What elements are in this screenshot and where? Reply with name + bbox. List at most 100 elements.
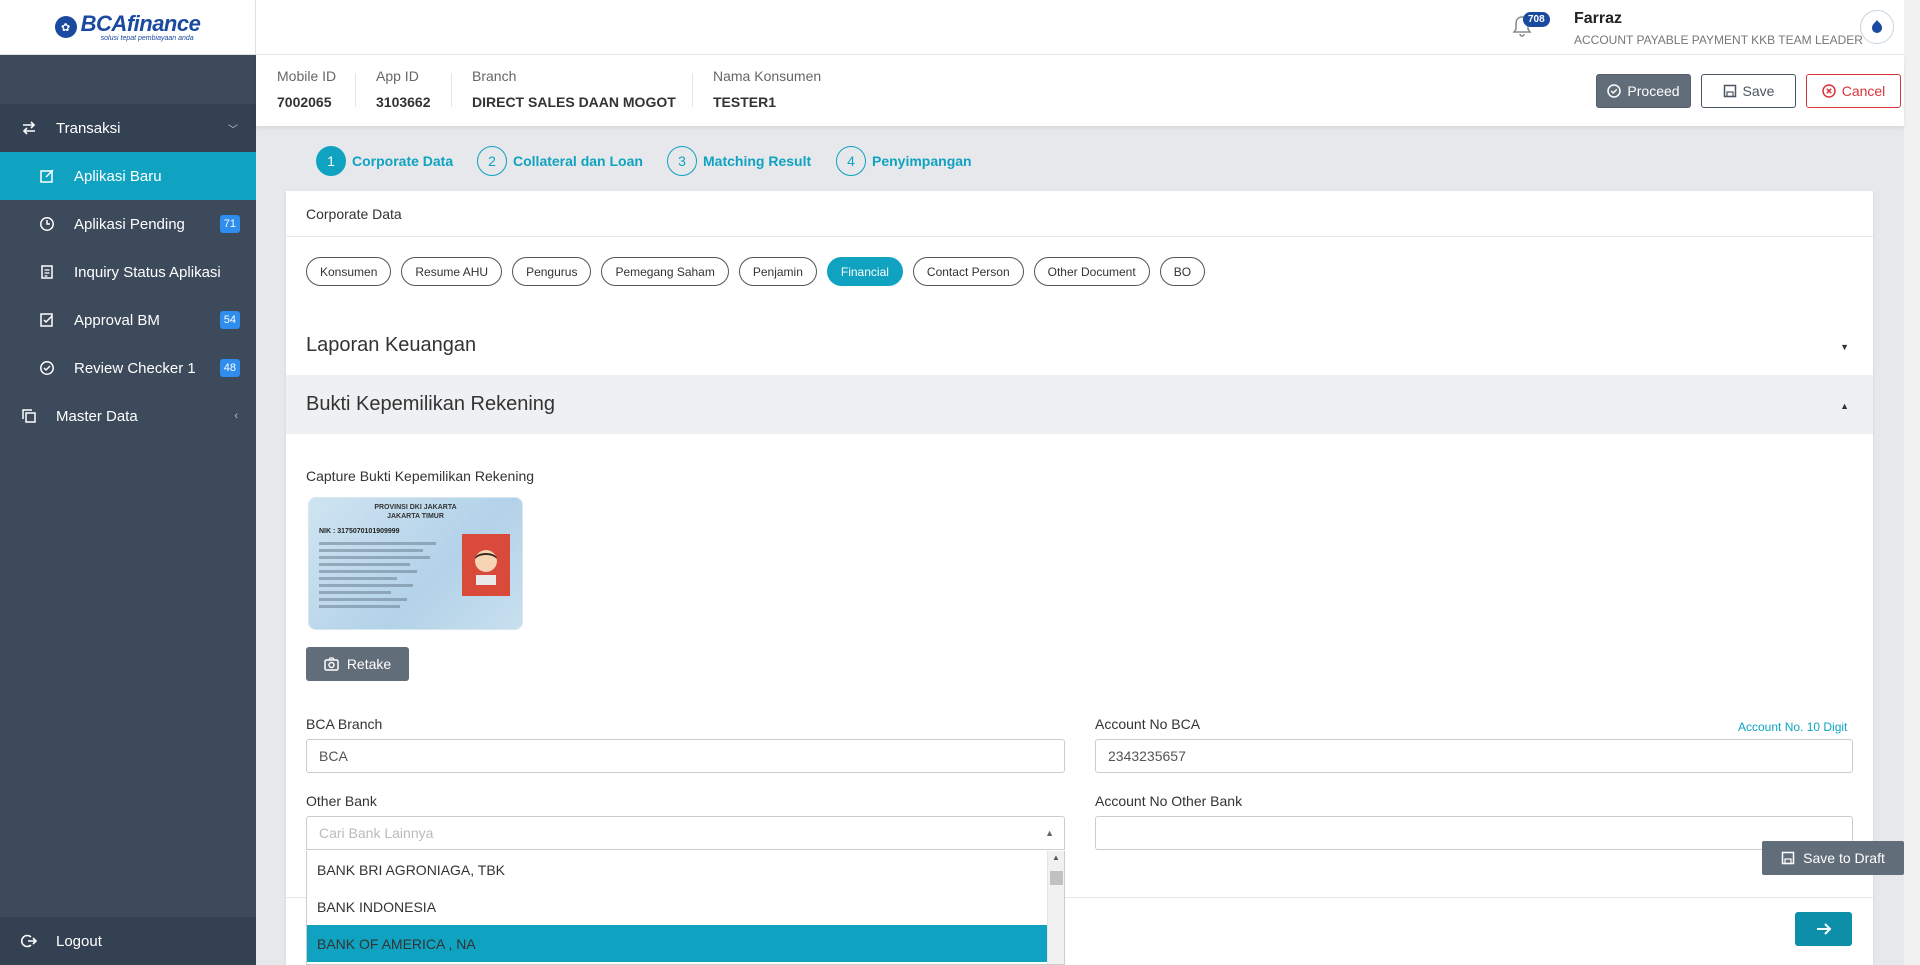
count-badge: 48 xyxy=(219,359,240,377)
branch-label: Branch xyxy=(472,68,517,84)
step-label: Corporate Data xyxy=(352,153,454,169)
tab-penjamin[interactable]: Penjamin xyxy=(738,257,817,286)
section-laporan-keuangan[interactable]: Laporan Keuangan ▼ xyxy=(286,316,1873,375)
nav-group-master-data[interactable]: Master Data ‹ xyxy=(0,392,256,440)
logo-tagline: solusi tepat pembiayaan anda xyxy=(100,34,194,42)
nav-group-label: Transaksi xyxy=(56,119,121,137)
sidebar-item-inquiry-status[interactable]: Inquiry Status Aplikasi xyxy=(0,248,256,296)
mobile-id-label: Mobile ID xyxy=(277,68,337,84)
tab-other-document[interactable]: Other Document xyxy=(1033,257,1150,286)
cancel-label: Cancel xyxy=(1841,83,1886,99)
sidebar-nav: Transaksi ﹀ Aplikasi Baru Aplikasi Pendi… xyxy=(0,104,256,440)
mobile-id-field: Mobile ID 7002065 xyxy=(277,68,336,110)
app-id-label: App ID xyxy=(376,68,419,84)
nama-konsumen-value: TESTER1 xyxy=(713,94,777,110)
count-badge: 54 xyxy=(219,311,240,329)
divider xyxy=(692,73,693,107)
other-bank-placeholder: Cari Bank Lainnya xyxy=(319,825,434,841)
avatar[interactable] xyxy=(1860,10,1894,44)
section-title: Laporan Keuangan xyxy=(306,334,477,356)
mobile-id-value: 7002065 xyxy=(277,94,332,110)
tab-pemegang-saham[interactable]: Pemegang Saham xyxy=(601,257,729,286)
tab-resume-ahu[interactable]: Resume AHU xyxy=(401,257,503,286)
retake-label: Retake xyxy=(346,656,392,672)
save-to-draft-button[interactable]: Save to Draft xyxy=(1762,841,1904,875)
logout-icon xyxy=(20,932,38,950)
step-matching-result[interactable]: 3 Matching Result xyxy=(667,146,811,176)
brand-logo[interactable]: ✿ BCAfinance solusi tepat pembiayaan and… xyxy=(54,12,201,42)
section-title: Bukti Kepemilikan Rekening xyxy=(306,393,556,415)
account-no-other-field[interactable] xyxy=(1095,816,1853,850)
tab-pengurus[interactable]: Pengurus xyxy=(512,257,592,286)
next-button[interactable] xyxy=(1795,912,1852,946)
id-card-photo[interactable]: PROVINSI DKI JAKARTA JAKARTA TIMUR NIK :… xyxy=(308,497,523,630)
dropdown-scrollbar[interactable]: ▲ xyxy=(1047,851,1064,964)
section-bukti-kepemilikan[interactable]: Bukti Kepemilikan Rekening ▲ xyxy=(286,375,1873,434)
ktp-header: PROVINSI DKI JAKARTA JAKARTA TIMUR xyxy=(374,504,457,520)
sidebar-item-review-checker[interactable]: Review Checker 1 48 xyxy=(0,344,256,392)
clock-icon xyxy=(38,215,56,233)
logout-button[interactable]: Logout xyxy=(0,917,256,965)
list-item[interactable]: BANK INDONESIA xyxy=(307,888,1047,925)
ktp-nik: NIK : 3175070101909999 xyxy=(319,528,400,535)
card-title: Corporate Data xyxy=(286,191,1873,237)
user-role: ACCOUNT PAYABLE PAYMENT KKB TEAM LEADER xyxy=(1574,33,1863,47)
bank-dropdown-list: BANK BRI AGRONIAGA, TBK BANK INDONESIA B… xyxy=(306,851,1065,965)
sidebar-item-aplikasi-baru[interactable]: Aplikasi Baru xyxy=(0,152,256,200)
account-no-bca-field[interactable]: 2343235657 xyxy=(1095,739,1853,773)
copy-stack-icon xyxy=(20,407,38,425)
retake-button[interactable]: Retake xyxy=(306,647,409,681)
check-circle-icon xyxy=(1607,84,1622,98)
chevron-up-icon: ▲ xyxy=(1052,853,1060,862)
save-label: Save xyxy=(1742,83,1775,99)
step-label: Collateral dan Loan xyxy=(513,153,643,169)
logo-container: ✿ BCAfinance solusi tepat pembiayaan and… xyxy=(0,0,256,55)
arrow-right-icon xyxy=(1816,923,1831,935)
tab-contact-person[interactable]: Contact Person xyxy=(912,257,1024,286)
account-no-hint: Account No. 10 Digit xyxy=(1738,720,1848,734)
scrollbar-thumb[interactable] xyxy=(1050,871,1063,885)
nav-group-transaksi[interactable]: Transaksi ﹀ xyxy=(0,104,256,152)
close-circle-icon xyxy=(1821,84,1836,98)
step-penyimpangan[interactable]: 4 Penyimpangan xyxy=(836,146,972,176)
step-number: 1 xyxy=(316,146,346,176)
step-number: 3 xyxy=(667,146,697,176)
nama-konsumen-field: Nama Konsumen TESTER1 xyxy=(713,68,821,110)
sidebar-item-label: Review Checker 1 xyxy=(74,359,196,377)
branch-field: Branch DIRECT SALES DAAN MOGOT xyxy=(472,68,676,110)
count-badge: 71 xyxy=(219,215,240,233)
step-label: Matching Result xyxy=(703,153,812,169)
user-name: Farraz xyxy=(1574,10,1623,27)
list-item[interactable]: BANK BRI AGRONIAGA, TBK xyxy=(307,851,1047,888)
nama-konsumen-label: Nama Konsumen xyxy=(713,68,822,84)
chevron-left-icon: ‹ xyxy=(234,410,238,422)
document-list-icon xyxy=(38,263,56,281)
nav-group-label: Master Data xyxy=(56,407,138,425)
branch-value: DIRECT SALES DAAN MOGOT xyxy=(472,94,676,110)
sidebar-item-label: Aplikasi Baru xyxy=(74,167,162,185)
proceed-label: Proceed xyxy=(1627,83,1680,99)
sidebar-item-label: Approval BM xyxy=(74,311,160,329)
ktp-text-lines xyxy=(319,542,449,612)
step-corporate-data[interactable]: 1 Corporate Data xyxy=(316,146,453,176)
sidebar: ✿ BCAfinance solusi tepat pembiayaan and… xyxy=(0,0,256,965)
chevron-down-icon: ﹀ xyxy=(228,124,238,136)
tab-konsumen[interactable]: Konsumen xyxy=(306,257,392,286)
bca-branch-field[interactable]: BCA xyxy=(306,739,1065,773)
cancel-button[interactable]: Cancel xyxy=(1806,74,1901,108)
tab-financial[interactable]: Financial xyxy=(826,257,903,286)
page-scrollbar[interactable] xyxy=(1904,0,1920,965)
logout-label: Logout xyxy=(56,932,102,950)
sidebar-item-aplikasi-pending[interactable]: Aplikasi Pending 71 xyxy=(0,200,256,248)
check-circle-icon xyxy=(38,359,56,377)
list-item-selected[interactable]: BANK OF AMERICA , NA xyxy=(307,925,1047,962)
other-bank-label: Other Bank xyxy=(306,793,377,809)
tab-bo[interactable]: BO xyxy=(1159,257,1206,286)
save-button[interactable]: Save xyxy=(1701,74,1796,108)
proceed-button[interactable]: Proceed xyxy=(1596,74,1691,108)
sidebar-item-label: Aplikasi Pending xyxy=(74,215,185,233)
other-bank-select[interactable]: Cari Bank Lainnya ▲ xyxy=(306,816,1065,850)
step-collateral-loan[interactable]: 2 Collateral dan Loan xyxy=(477,146,643,176)
sidebar-item-approval-bm[interactable]: Approval BM 54 xyxy=(0,296,256,344)
application-info-bar: Mobile ID 7002065 App ID 3103662 Branch … xyxy=(256,55,1904,126)
